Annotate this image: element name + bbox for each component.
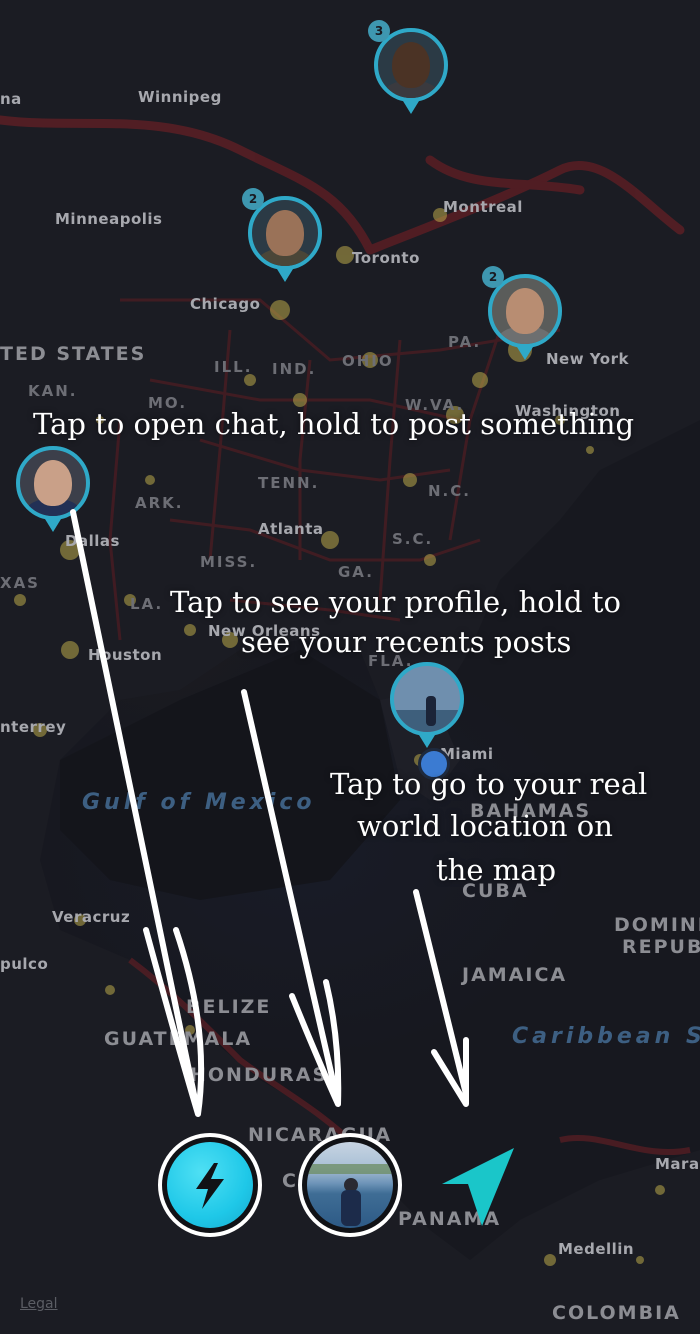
map-view[interactable]: na Winnipeg Minneapolis Montreal Toronto… bbox=[0, 0, 700, 1334]
legal-link[interactable]: Legal bbox=[20, 1296, 58, 1312]
arrow-to-profile bbox=[241, 689, 339, 1097]
location-button[interactable] bbox=[440, 1146, 516, 1228]
avatar bbox=[307, 1142, 393, 1228]
lightning-bolt-icon bbox=[196, 1163, 224, 1209]
arrow-to-chat bbox=[70, 509, 199, 1107]
chat-button[interactable] bbox=[158, 1133, 262, 1237]
profile-button[interactable] bbox=[298, 1133, 402, 1237]
navigation-arrow-icon bbox=[442, 1148, 514, 1226]
